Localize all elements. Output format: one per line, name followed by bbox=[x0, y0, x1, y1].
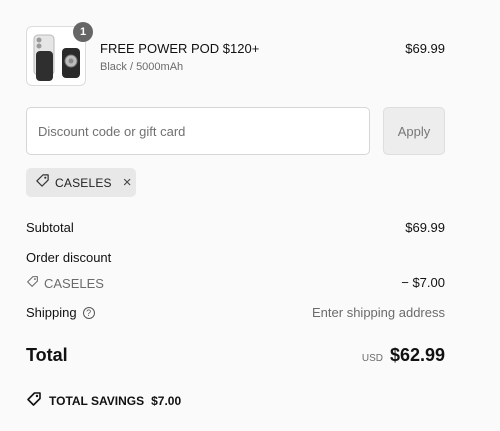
product-thumbnail: 1 bbox=[26, 22, 93, 86]
shipping-row: Shipping ? bbox=[26, 305, 95, 320]
product-price: $69.99 bbox=[405, 41, 445, 56]
total-savings-value: $7.00 bbox=[151, 393, 182, 408]
subtotal-label: Subtotal bbox=[26, 220, 74, 235]
close-icon[interactable]: × bbox=[123, 175, 132, 190]
tag-icon bbox=[35, 173, 50, 193]
tag-icon bbox=[26, 391, 42, 410]
tag-icon bbox=[26, 275, 39, 291]
shipping-value: Enter shipping address bbox=[312, 305, 445, 320]
order-discount-label: Order discount bbox=[26, 250, 112, 265]
total-savings: TOTAL SAVINGS $7.00 bbox=[26, 391, 181, 410]
total-label: Total bbox=[26, 345, 68, 365]
apply-discount-button[interactable]: Apply bbox=[383, 107, 445, 155]
applied-discount-tag: CASELES × bbox=[26, 168, 136, 197]
total-value: $62.99 bbox=[389, 345, 445, 365]
applied-discount-code: CASELES bbox=[55, 175, 112, 190]
subtotal-value: $69.99 bbox=[405, 220, 445, 235]
total-savings-label: TOTAL SAVINGS bbox=[49, 393, 145, 408]
product-variant: Black / 5000mAh bbox=[100, 61, 184, 73]
order-discount-code: CASELES bbox=[44, 275, 104, 291]
currency-code: USD bbox=[361, 353, 383, 364]
product-name: FREE POWER POD $120+ bbox=[100, 41, 260, 56]
discount-code-input[interactable] bbox=[26, 107, 370, 155]
quantity-badge: 1 bbox=[73, 22, 93, 42]
help-icon[interactable]: ? bbox=[82, 306, 95, 319]
order-discount-value: − $7.00 bbox=[401, 275, 445, 290]
order-discount-code-row: CASELES bbox=[26, 275, 104, 291]
shipping-label: Shipping bbox=[26, 305, 77, 320]
cart-line-item: 1 FREE POWER POD $120+ Black / 5000mAh $… bbox=[26, 22, 445, 88]
